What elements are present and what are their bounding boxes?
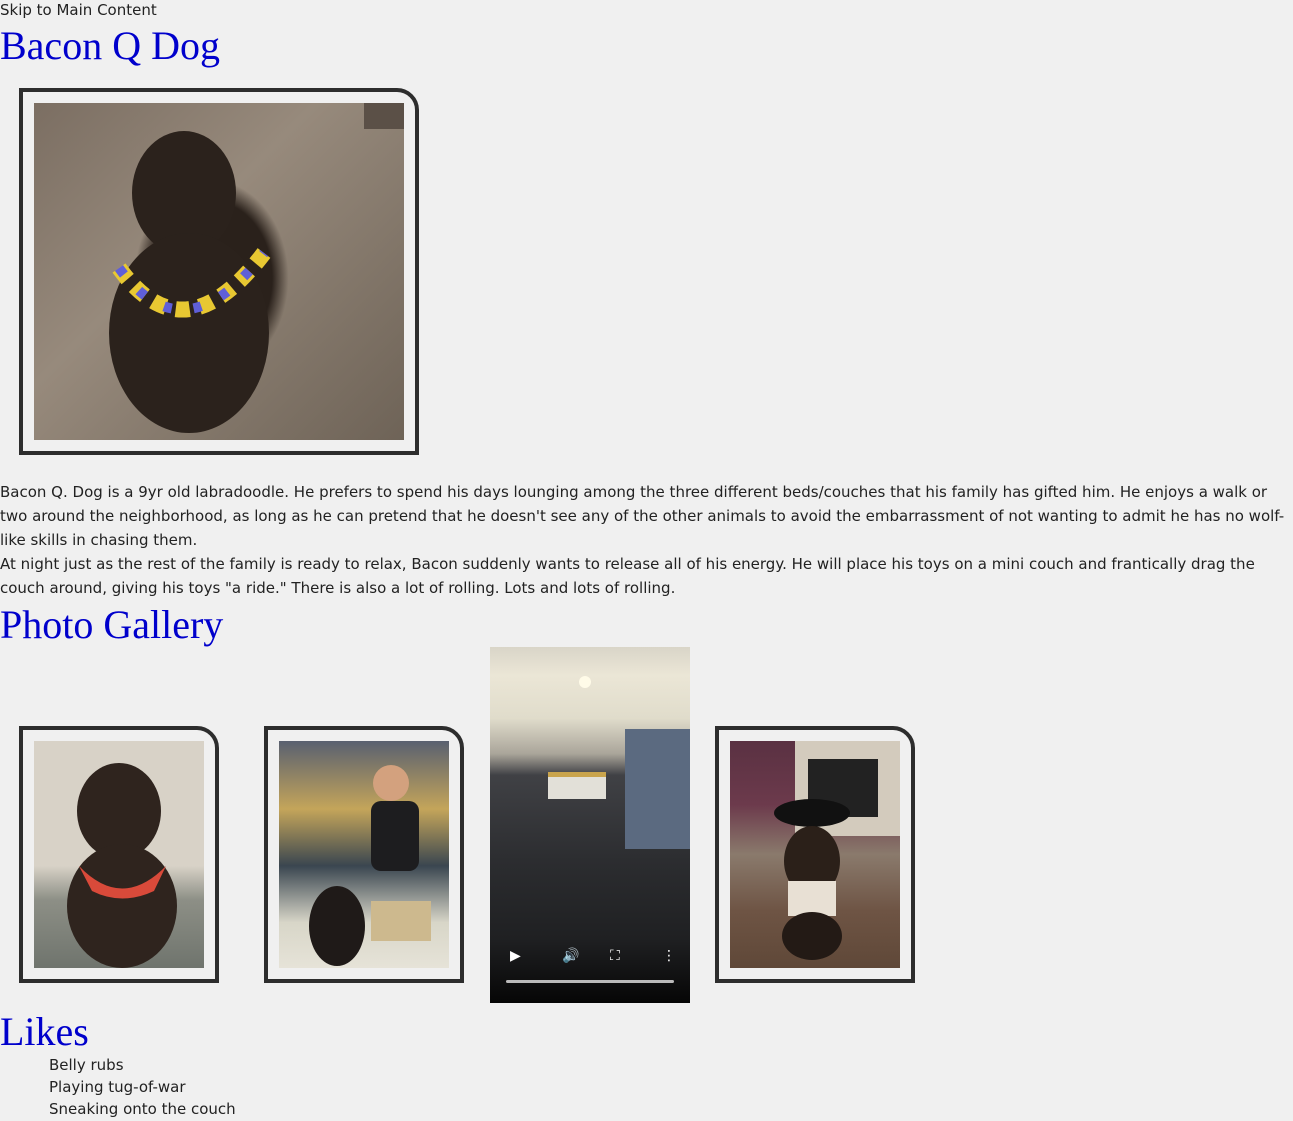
fullscreen-icon[interactable]: ⛶ [610, 949, 620, 963]
gallery-photo-frame[interactable] [19, 726, 219, 983]
volume-icon[interactable]: 🔊 [562, 949, 579, 963]
gallery-photo-frame[interactable] [264, 726, 464, 983]
bio-section: Bacon Q. Dog is a 9yr old labradoodle. H… [0, 480, 1293, 600]
play-icon[interactable]: ▶ [510, 949, 521, 963]
skip-to-main-link[interactable]: Skip to Main Content [0, 0, 157, 22]
dog-pirate-costume-photo [730, 741, 900, 968]
list-item: Belly rubs [49, 1056, 124, 1074]
agility-video-player[interactable]: ▶ 🔊 ⛶ ⋮ [490, 647, 690, 1003]
likes-title: Likes [0, 1009, 89, 1054]
main-photo-frame [19, 88, 419, 455]
video-progress-bar[interactable] [506, 980, 674, 983]
bio-paragraph: Bacon Q. Dog is a 9yr old labradoodle. H… [0, 483, 1285, 549]
gallery-photo-frame[interactable] [715, 726, 915, 983]
page-title: Bacon Q Dog [0, 23, 220, 68]
dog-with-owner-photo [279, 741, 449, 968]
bio-paragraph: At night just as the rest of the family … [0, 555, 1255, 597]
gallery-title: Photo Gallery [0, 602, 224, 647]
likes-list: Belly rubs Playing tug-of-war Sneaking o… [49, 1054, 236, 1120]
list-item: Playing tug-of-war [49, 1078, 186, 1096]
main-dog-photo [34, 103, 404, 440]
list-item: Sneaking onto the couch [49, 1100, 236, 1118]
dog-bandana-photo [34, 741, 204, 968]
more-options-icon[interactable]: ⋮ [662, 949, 676, 963]
